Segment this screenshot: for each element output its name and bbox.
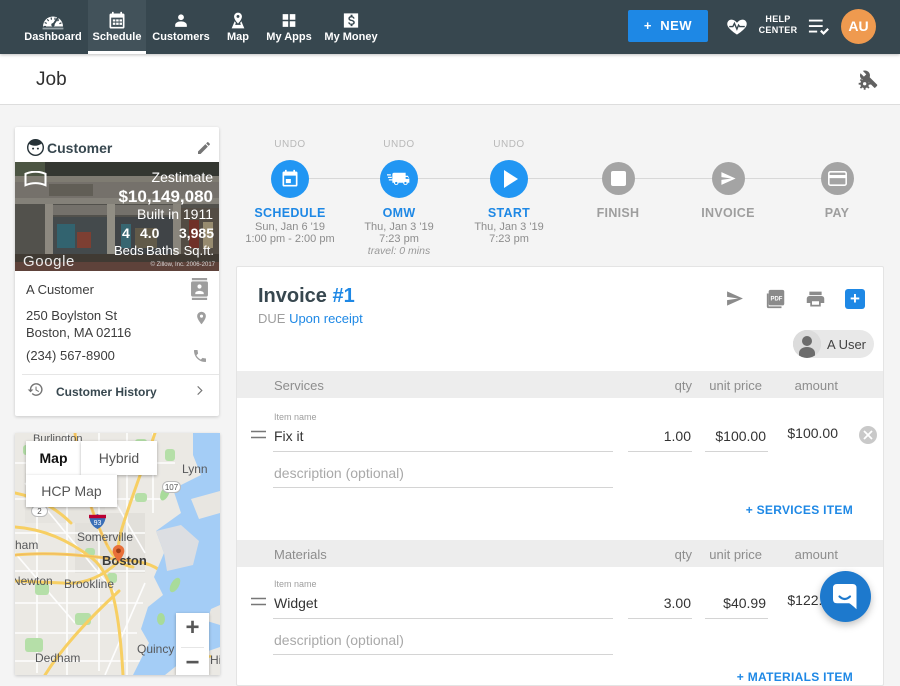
svg-text:PDF: PDF — [771, 296, 783, 302]
svg-text:93: 93 — [94, 520, 102, 527]
